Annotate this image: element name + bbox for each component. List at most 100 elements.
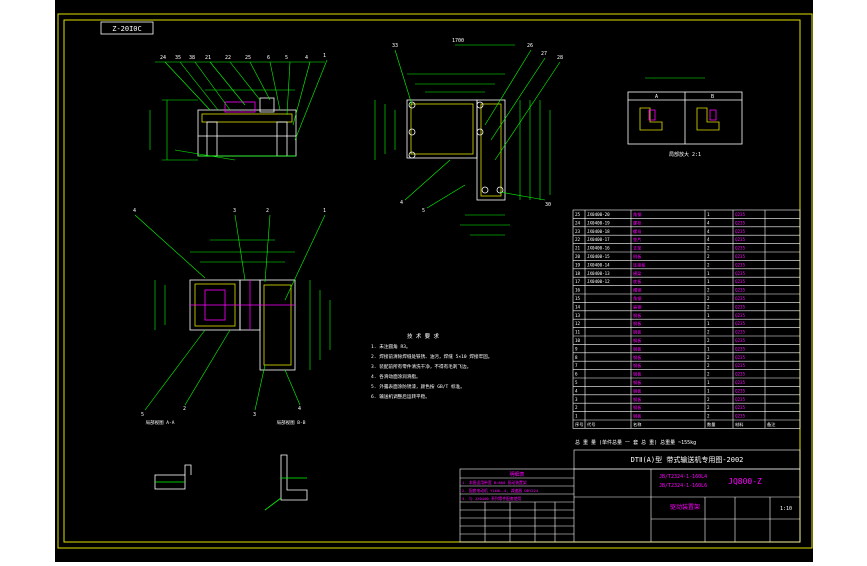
bom-cell: 1 bbox=[707, 212, 710, 217]
bom-cell: 16 bbox=[575, 288, 581, 293]
bom-cell: JX0400-13 bbox=[587, 271, 610, 276]
bom-cell: 钢板 bbox=[633, 413, 642, 420]
bom-cell: 15 bbox=[575, 296, 581, 301]
scale-label: 1:10 bbox=[780, 506, 792, 512]
bom-cell: 8 bbox=[575, 355, 578, 360]
bom-cell: JX0400-20 bbox=[587, 212, 610, 217]
bom-cell: 2 bbox=[707, 304, 710, 309]
small-detail-right-title: 局部视图 B-B bbox=[277, 419, 306, 426]
bom-cell: Q235 bbox=[735, 262, 746, 267]
tech-requirements-list: 1. 未注圆角 R3。 2. 焊接前清除焊缝处铁锈、油污，焊缝 5×10 焊接牢… bbox=[371, 343, 492, 400]
svg-text:4: 4 bbox=[133, 208, 136, 214]
bom-cell: Q235 bbox=[735, 220, 746, 225]
bom-cell: 9 bbox=[575, 346, 578, 351]
bom-cell: Q235 bbox=[735, 304, 746, 309]
bom-cell: Q235 bbox=[735, 321, 746, 326]
bom-cell: Q235 bbox=[735, 254, 746, 259]
bom-cell: 17 bbox=[575, 279, 581, 284]
bom-cell: 5 bbox=[575, 380, 578, 385]
bom-cell: 21 bbox=[575, 246, 581, 251]
bom-cell: JX0400-15 bbox=[587, 254, 610, 259]
bom-cell: Q235 bbox=[735, 296, 746, 301]
bom-cell: 钢板 bbox=[633, 354, 642, 361]
svg-text:4: 4 bbox=[305, 55, 308, 61]
bom-cell: 7 bbox=[575, 363, 578, 368]
svg-text:2: 2 bbox=[183, 406, 186, 412]
small-detail-left bbox=[154, 464, 192, 490]
tech-requirement: 4. 各滑动面涂润滑脂。 bbox=[371, 373, 421, 380]
bom-cell: 螺母 bbox=[633, 228, 641, 235]
sheet-outer-border bbox=[57, 13, 813, 549]
notes-line: 2. 配套电动机 Y160L-4, 减速器 DBY224 bbox=[462, 488, 539, 493]
tech-requirement: 1. 未注圆角 R3。 bbox=[371, 343, 411, 350]
bom-cell: Q235 bbox=[735, 313, 746, 318]
bom-header-cell: 数量 bbox=[707, 421, 715, 428]
bom-cell: 钢板 bbox=[633, 345, 642, 352]
bom-cell: 角钢 bbox=[633, 295, 641, 302]
bom-cell: 2 bbox=[707, 355, 710, 360]
tech-requirement: 5. 外露表面涂防锈漆，颜色按 GB/T 标准。 bbox=[371, 383, 465, 390]
detail-views-box bbox=[627, 91, 743, 145]
bom-cell: 钢板 bbox=[633, 371, 642, 378]
bom-cell: 25 bbox=[575, 212, 581, 217]
svg-text:24: 24 bbox=[160, 55, 166, 61]
bom-cell: Q235 bbox=[735, 355, 746, 360]
svg-text:26: 26 bbox=[527, 43, 533, 49]
svg-text:4: 4 bbox=[400, 200, 403, 206]
cad-drawing-canvas: Z-20I0C 24 35 38 21 22 25 6 5 4 1 33 170… bbox=[55, 0, 813, 562]
drawing-code-text: Z-20I0C bbox=[112, 25, 142, 33]
detail-view-b-label: B bbox=[711, 94, 714, 100]
svg-text:1700: 1700 bbox=[452, 38, 464, 44]
bom-header-cell: 名称 bbox=[633, 421, 641, 428]
bom-cell: JX0400-18 bbox=[587, 229, 610, 234]
bom-cell: 1 bbox=[707, 313, 710, 318]
bom-cell: Q235 bbox=[735, 380, 746, 385]
side-view-dimensions bbox=[374, 44, 561, 236]
bom-cell: Q235 bbox=[735, 397, 746, 402]
bom-cell: 钢板 bbox=[633, 362, 642, 369]
svg-text:1: 1 bbox=[323, 208, 326, 214]
small-detail-left-title: 局部视图 A-A bbox=[146, 419, 175, 426]
bom-cell: JX0400-12 bbox=[587, 279, 610, 284]
bom-cell: 1 bbox=[707, 380, 710, 385]
front-view bbox=[197, 97, 297, 157]
std-ref-2: JB/T2324·1-160L6 bbox=[659, 483, 707, 489]
bom-cell: 底板 bbox=[633, 278, 642, 285]
svg-text:3: 3 bbox=[253, 412, 256, 418]
bom-cell: 2 bbox=[707, 254, 710, 259]
bom-cell: 钢板 bbox=[633, 396, 642, 403]
bom-header-cell: 材料 bbox=[735, 421, 744, 428]
svg-text:38: 38 bbox=[189, 55, 195, 61]
svg-text:30: 30 bbox=[545, 202, 551, 208]
front-view-leaders: 24 35 38 21 22 25 6 5 4 1 bbox=[160, 53, 326, 61]
bom-cell: Q235 bbox=[735, 271, 746, 276]
bom-cell: JX0400-16 bbox=[587, 246, 610, 251]
svg-text:5: 5 bbox=[141, 412, 144, 418]
bom-cell: 侧板 bbox=[633, 253, 642, 260]
side-view-leaders: 33 1700 26 27 28 4 5 30 bbox=[392, 38, 563, 214]
bom-cell: 钢板 bbox=[633, 387, 642, 394]
plan-view bbox=[189, 279, 296, 371]
bom-cell: JX0400-17 bbox=[587, 237, 610, 242]
tech-requirement: 6. 输送机调整后运转平稳。 bbox=[371, 393, 430, 400]
bom-cell: 2 bbox=[707, 288, 710, 293]
bom-summary: 总 重 量 (单件总量 一 套 总 重) 总重量 ~155kg bbox=[575, 439, 696, 446]
bom-cell: 6 bbox=[575, 372, 578, 377]
drawing-name: 驱动装置架 bbox=[670, 503, 700, 511]
bom-cell: 2 bbox=[707, 414, 710, 419]
svg-text:5: 5 bbox=[285, 55, 288, 61]
bom-cell: 钢板 bbox=[633, 337, 642, 344]
small-detail-right bbox=[264, 454, 308, 511]
bom-cell: 连接板 bbox=[633, 261, 646, 268]
bom-cell: Q235 bbox=[735, 372, 746, 377]
bom-cell: 22 bbox=[575, 237, 581, 242]
bom-cell: 槽钢 bbox=[633, 287, 641, 294]
bom-cell: 1 bbox=[707, 271, 710, 276]
detail-views-caption: 局部放大 2:1 bbox=[669, 151, 701, 158]
svg-text:25: 25 bbox=[245, 55, 251, 61]
bom-cell: 4 bbox=[707, 220, 710, 225]
bom-cell: 13 bbox=[575, 313, 581, 318]
notes-line: 3. 与 JX0400 系列零件配套使用 bbox=[462, 496, 522, 501]
bom-cell: Q235 bbox=[735, 388, 746, 393]
tech-requirement: 3. 装配前所有零件清洗干净，不得有毛刺飞边。 bbox=[371, 363, 471, 370]
